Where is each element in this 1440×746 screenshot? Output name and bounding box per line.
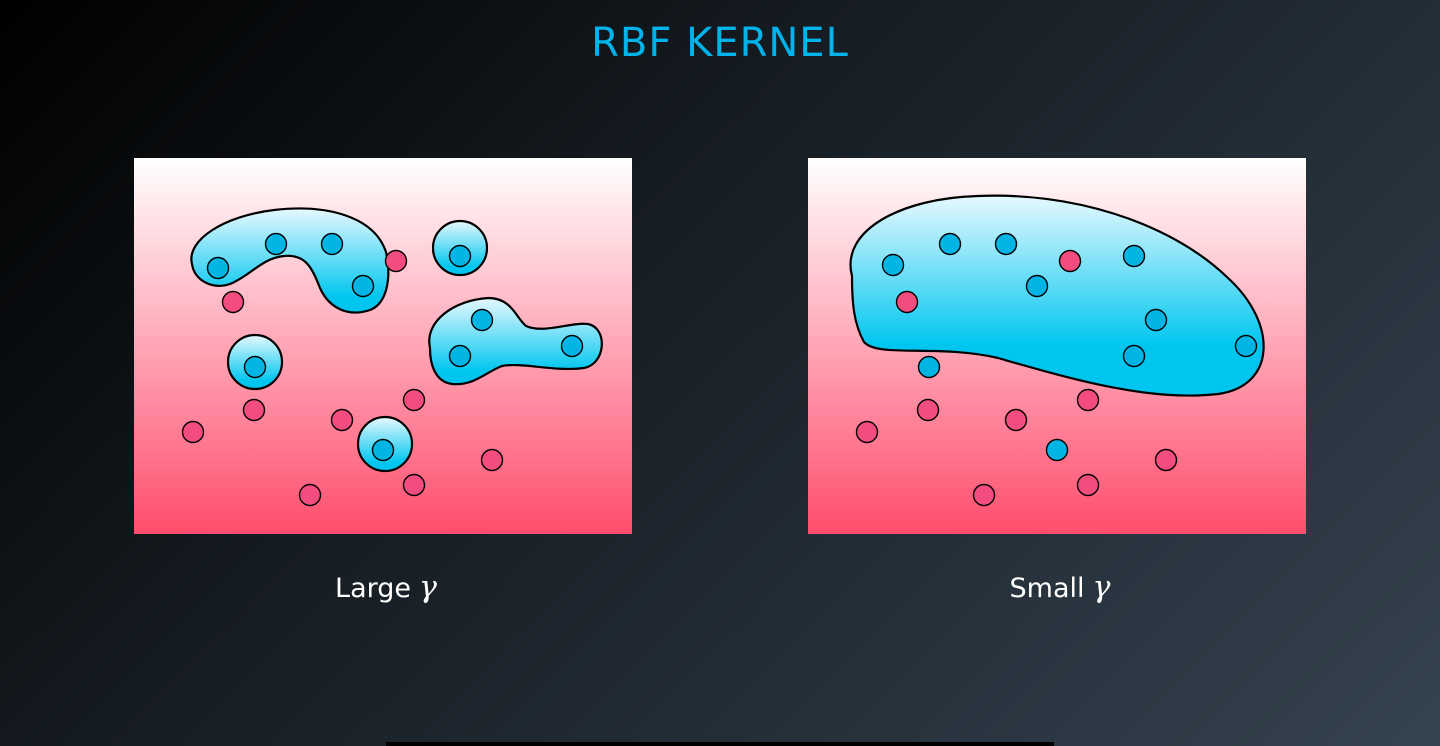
pink-point [330, 408, 354, 432]
slide-title: RBF KERNEL [591, 20, 849, 66]
blue-point [917, 355, 941, 379]
blue-point [994, 232, 1018, 256]
pink-point [1058, 249, 1082, 273]
blue-point [1045, 438, 1069, 462]
blue-point [448, 344, 472, 368]
pink-point [1004, 408, 1028, 432]
label-text: Large [335, 573, 412, 604]
blue-point [470, 308, 494, 332]
blue-point [351, 274, 375, 298]
pink-point [895, 290, 919, 314]
pink-point [855, 420, 879, 444]
label-text: Small [1009, 573, 1085, 604]
pink-point [242, 398, 266, 422]
pink-point [480, 448, 504, 472]
pink-point [221, 290, 245, 314]
pink-point [402, 388, 426, 412]
gamma-symbol: γ [419, 570, 437, 605]
large-gamma-label: Large γ [276, 570, 496, 605]
small-gamma-panel [808, 158, 1306, 534]
bottom-bar [386, 742, 1054, 746]
gamma-symbol: γ [1092, 570, 1111, 605]
blue-point [1025, 274, 1049, 298]
large-gamma-panel [134, 158, 632, 534]
blue-point [1234, 334, 1258, 358]
pink-point [402, 473, 426, 497]
pink-point [298, 483, 322, 507]
blue-point [371, 438, 395, 462]
pink-point [181, 420, 205, 444]
pink-point [1076, 388, 1100, 412]
pink-point [1154, 448, 1178, 472]
blue-point [881, 253, 905, 277]
small-gamma-label: Small γ [950, 570, 1170, 605]
blue-point [448, 244, 472, 268]
blue-point [560, 334, 584, 358]
blue-point [206, 256, 230, 280]
blue-point [264, 232, 288, 256]
pink-point [1076, 473, 1100, 497]
blue-point [938, 232, 962, 256]
blue-point [1122, 244, 1146, 268]
blue-point [1144, 308, 1168, 332]
blue-point [1122, 344, 1146, 368]
pink-point [972, 483, 996, 507]
blue-point [320, 232, 344, 256]
pink-point [384, 249, 408, 273]
blue-point [243, 355, 267, 379]
pink-point [916, 398, 940, 422]
